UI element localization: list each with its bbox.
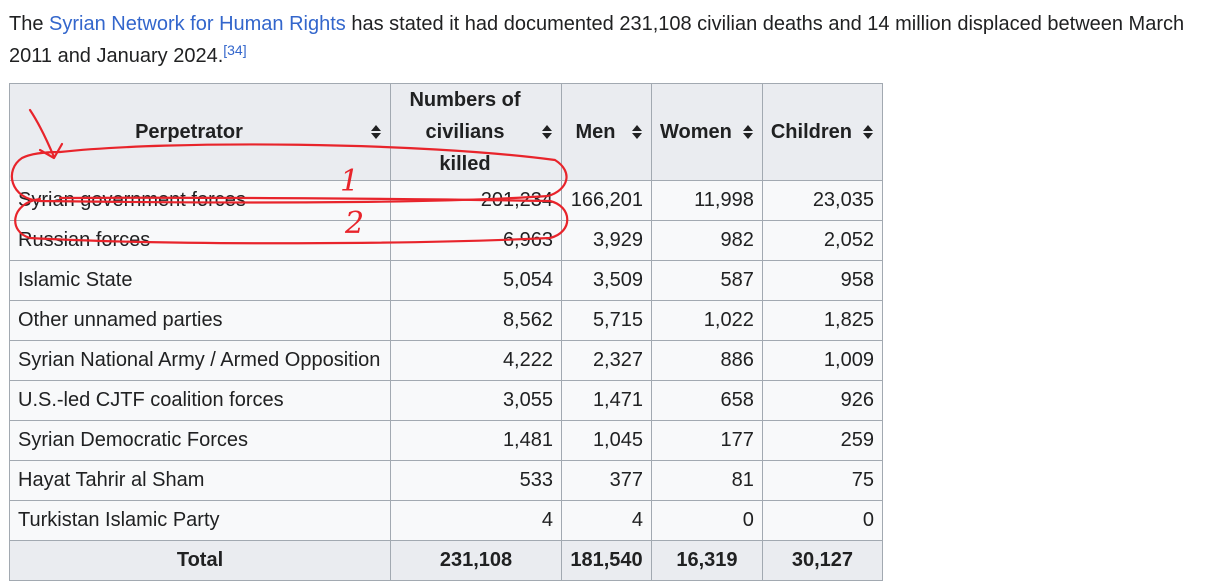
cell-perpetrator: Hayat Tahrir al Sham xyxy=(9,460,391,501)
cell-men: 2,327 xyxy=(561,340,652,381)
cell-killed: 3,055 xyxy=(390,380,562,421)
cell-killed: 8,562 xyxy=(390,300,562,341)
table-row: U.S.-led CJTF coalition forces 3,055 1,4… xyxy=(9,380,883,421)
cell-children: 1,009 xyxy=(761,340,883,381)
table-row: Syrian National Army / Armed Opposition … xyxy=(9,340,883,381)
cell-men: 1,045 xyxy=(561,420,652,461)
cell-perpetrator: Syrian National Army / Armed Opposition xyxy=(9,340,391,381)
sort-icon xyxy=(542,125,552,139)
header-civilians-killed[interactable]: Numbers of civilians killed xyxy=(390,83,562,181)
cell-women: 11,998 xyxy=(651,180,763,221)
table-header-row: Perpetrator Numbers of civilians killed … xyxy=(9,83,883,181)
cell-women: 81 xyxy=(651,460,763,501)
header-children-label: Children xyxy=(770,121,852,143)
cell-men: 1,471 xyxy=(561,380,652,421)
cell-children: 926 xyxy=(761,380,883,421)
cell-children: 958 xyxy=(761,260,883,301)
cell-perpetrator: Russian forces xyxy=(9,220,391,261)
cell-children: 0 xyxy=(761,500,883,541)
cell-children: 75 xyxy=(761,460,883,501)
cell-women: 982 xyxy=(651,220,763,261)
cell-men: 5,715 xyxy=(561,300,652,341)
cell-killed: 201,234 xyxy=(390,180,562,221)
header-killed-line1: Numbers of xyxy=(409,89,521,111)
cell-men: 4 xyxy=(561,500,652,541)
header-men-label: Men xyxy=(575,121,616,143)
cell-perpetrator: Islamic State xyxy=(9,260,391,301)
casualties-table: Perpetrator Numbers of civilians killed … xyxy=(9,83,883,581)
cell-men: 3,509 xyxy=(561,260,652,301)
sort-icon xyxy=(862,125,873,139)
snhr-link[interactable]: Syrian Network for Human Rights xyxy=(49,13,346,35)
citation: [34] xyxy=(223,42,246,58)
cell-killed: 4 xyxy=(390,500,562,541)
cell-killed: 1,481 xyxy=(390,420,562,461)
cell-killed: 6,963 xyxy=(390,220,562,261)
citation-link[interactable]: [34] xyxy=(223,42,246,58)
header-women-label: Women xyxy=(660,121,732,143)
total-label: Total xyxy=(9,540,391,581)
header-men[interactable]: Men xyxy=(561,83,652,181)
cell-women: 658 xyxy=(651,380,763,421)
cell-men: 3,929 xyxy=(561,220,652,261)
cell-killed: 533 xyxy=(390,460,562,501)
cell-perpetrator: Other unnamed parties xyxy=(9,300,391,341)
table-row: Russian forces 6,963 3,929 982 2,052 xyxy=(9,220,883,261)
sort-icon xyxy=(742,125,753,139)
sort-icon xyxy=(371,125,381,139)
cell-killed: 4,222 xyxy=(390,340,562,381)
table-row: Syrian government forces 201,234 166,201… xyxy=(9,180,883,221)
cell-women: 1,022 xyxy=(651,300,763,341)
header-killed-line2: civilians killed xyxy=(425,121,505,175)
total-men: 181,540 xyxy=(561,540,652,581)
sort-icon xyxy=(632,125,642,139)
table-row: Hayat Tahrir al Sham 533 377 81 75 xyxy=(9,460,883,501)
intro-text-before: The xyxy=(9,13,50,35)
total-row: Total 231,108 181,540 16,319 30,127 xyxy=(9,540,883,581)
table-row: Islamic State 5,054 3,509 587 958 xyxy=(9,260,883,301)
cell-women: 886 xyxy=(651,340,763,381)
header-perpetrator[interactable]: Perpetrator xyxy=(9,83,391,181)
table-row: Syrian Democratic Forces 1,481 1,045 177… xyxy=(9,420,883,461)
header-children[interactable]: Children xyxy=(761,83,883,181)
cell-men: 377 xyxy=(561,460,652,501)
header-perpetrator-label: Perpetrator xyxy=(135,121,243,143)
total-women: 16,319 xyxy=(651,540,763,581)
cell-men: 166,201 xyxy=(561,180,652,221)
cell-women: 177 xyxy=(651,420,763,461)
total-killed: 231,108 xyxy=(390,540,562,581)
cell-children: 1,825 xyxy=(761,300,883,341)
cell-perpetrator: Turkistan Islamic Party xyxy=(9,500,391,541)
cell-perpetrator: Syrian Democratic Forces xyxy=(9,420,391,461)
cell-children: 259 xyxy=(761,420,883,461)
cell-women: 0 xyxy=(651,500,763,541)
table-row: Other unnamed parties 8,562 5,715 1,022 … xyxy=(9,300,883,341)
cell-killed: 5,054 xyxy=(390,260,562,301)
cell-perpetrator: Syrian government forces xyxy=(9,180,391,221)
cell-perpetrator: U.S.-led CJTF coalition forces xyxy=(9,380,391,421)
total-children: 30,127 xyxy=(761,540,883,581)
cell-children: 23,035 xyxy=(761,180,883,221)
header-women[interactable]: Women xyxy=(651,83,763,181)
table-row: Turkistan Islamic Party 4 4 0 0 xyxy=(9,500,883,541)
cell-children: 2,052 xyxy=(761,220,883,261)
intro-paragraph: The Syrian Network for Human Rights has … xyxy=(9,8,1199,72)
cell-women: 587 xyxy=(651,260,763,301)
